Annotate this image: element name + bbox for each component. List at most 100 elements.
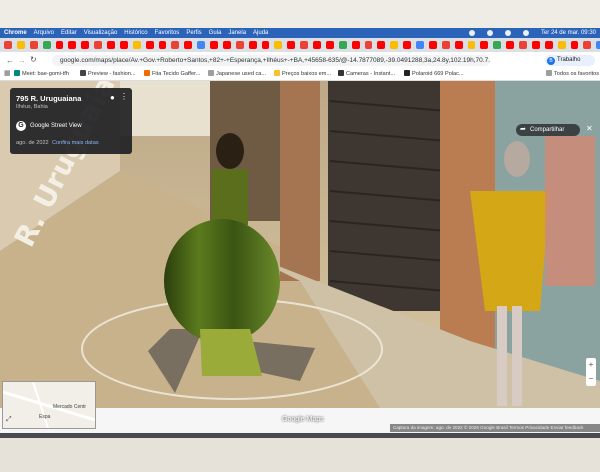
tab-favicon[interactable] bbox=[171, 41, 180, 49]
tab-favicon[interactable] bbox=[570, 41, 579, 49]
tab-favicon[interactable] bbox=[145, 41, 154, 49]
mannequin-head bbox=[504, 141, 530, 177]
tab-favicon[interactable] bbox=[519, 41, 527, 49]
tab-favicon[interactable] bbox=[325, 41, 334, 49]
tab-favicon[interactable] bbox=[107, 41, 115, 49]
tab-favicon[interactable] bbox=[467, 41, 476, 49]
reload-icon[interactable]: ↻ bbox=[30, 55, 37, 64]
tab-favicon[interactable] bbox=[531, 41, 540, 49]
zoom-out-icon[interactable]: − bbox=[586, 372, 596, 386]
shop-icon bbox=[144, 70, 150, 76]
wifi-icon[interactable] bbox=[504, 30, 511, 36]
bookmark-item-all[interactable]: Todos os favoritos bbox=[546, 68, 599, 80]
tab-favicon[interactable] bbox=[544, 41, 553, 49]
tab-favicon[interactable] bbox=[68, 41, 77, 49]
clock[interactable]: Ter 24 de mar. 09:30 bbox=[541, 28, 596, 38]
tab-favicon[interactable] bbox=[261, 41, 270, 49]
tab-favicon[interactable] bbox=[132, 41, 141, 49]
tab-favicon[interactable] bbox=[94, 41, 102, 49]
menu-arquivo[interactable]: Arquivo bbox=[34, 28, 54, 38]
menu-guia[interactable]: Guia bbox=[209, 28, 222, 38]
tab-favicon[interactable] bbox=[416, 41, 424, 49]
tab-favicon[interactable] bbox=[300, 41, 308, 49]
bookmark-item[interactable]: Meet: bae-gomi-tfh bbox=[14, 68, 69, 80]
tab-favicon[interactable] bbox=[29, 41, 38, 49]
tab-favicon[interactable] bbox=[506, 41, 514, 49]
tab-favicon[interactable] bbox=[454, 41, 463, 49]
tab-favicon[interactable] bbox=[210, 41, 218, 49]
tab-favicon[interactable] bbox=[377, 41, 386, 49]
tab-favicon[interactable] bbox=[119, 41, 128, 49]
tab-favicon[interactable] bbox=[4, 41, 12, 49]
tab-favicon[interactable] bbox=[158, 41, 167, 49]
bookmark-item[interactable]: Preview - fashion... bbox=[80, 68, 136, 80]
menu-favoritos[interactable]: Favoritos bbox=[155, 28, 180, 38]
meet-icon bbox=[14, 70, 20, 76]
bookmark-item[interactable]: Fita Tecido Gaffer... bbox=[144, 68, 200, 80]
tab-favicon[interactable] bbox=[364, 41, 373, 49]
tab-favicon[interactable] bbox=[274, 41, 283, 49]
menu-perfis[interactable]: Perfis bbox=[186, 28, 201, 38]
search-icon[interactable] bbox=[522, 30, 529, 36]
menu-editar[interactable]: Editar bbox=[61, 28, 77, 38]
tab-favicon[interactable] bbox=[16, 41, 25, 49]
tab-favicon[interactable] bbox=[428, 41, 437, 49]
mannequin-leg bbox=[497, 306, 507, 406]
tab-favicon[interactable] bbox=[248, 41, 257, 49]
share-button[interactable]: ➦ Compartilhar bbox=[516, 124, 580, 136]
zoom-in-icon[interactable]: + bbox=[586, 358, 596, 372]
tab-favicon[interactable] bbox=[42, 41, 51, 49]
tab-favicon[interactable] bbox=[81, 41, 90, 49]
tab-favicon[interactable] bbox=[55, 41, 64, 49]
menu-ajuda[interactable]: Ajuda bbox=[253, 28, 268, 38]
camera-icon bbox=[338, 70, 344, 76]
profile-button[interactable]: B Trabalho bbox=[545, 55, 595, 66]
place-title[interactable]: 795 R. Uruguaiana bbox=[16, 94, 81, 103]
tab-favicon[interactable] bbox=[403, 41, 411, 49]
menu-janela[interactable]: Janela bbox=[228, 28, 246, 38]
tab-favicon[interactable] bbox=[222, 41, 231, 49]
tab-favicon[interactable] bbox=[184, 41, 193, 49]
address-bar[interactable]: google.com/maps/place/Av.+Gov.+Roberto+S… bbox=[52, 55, 490, 66]
shop-icon bbox=[274, 70, 280, 76]
status-icon[interactable] bbox=[486, 30, 493, 36]
mannequin-leg bbox=[512, 306, 522, 406]
tab-favicon[interactable] bbox=[235, 41, 244, 49]
tab-favicon[interactable] bbox=[596, 41, 600, 49]
minimap[interactable]: Mercado Centr Espa ⤢ bbox=[2, 381, 96, 429]
bookmark-item[interactable]: Preços baixos em... bbox=[274, 68, 331, 80]
tab-favicon[interactable] bbox=[313, 41, 321, 49]
source-label: Google Street View bbox=[30, 123, 82, 129]
tab-favicon[interactable] bbox=[390, 41, 399, 49]
forward-icon[interactable]: → bbox=[18, 56, 26, 65]
location-pin-icon[interactable]: ● bbox=[110, 93, 115, 102]
tab-favicon[interactable] bbox=[493, 41, 502, 49]
site-icon bbox=[208, 70, 214, 76]
tab-favicon[interactable] bbox=[583, 41, 592, 49]
see-more-dates-link[interactable]: Confira mais datas bbox=[52, 140, 99, 146]
menu-app-chrome[interactable]: Chrome bbox=[4, 28, 27, 38]
apps-icon[interactable]: ▦ bbox=[4, 68, 11, 80]
folder-icon bbox=[80, 70, 86, 76]
tab-favicon[interactable] bbox=[441, 41, 450, 49]
bookmark-item[interactable]: Cameras - Instant... bbox=[338, 68, 395, 80]
tab-favicon[interactable] bbox=[197, 41, 205, 49]
close-icon[interactable]: ✕ bbox=[586, 124, 593, 133]
folder-icon bbox=[546, 70, 552, 76]
menu-visualizacao[interactable]: Visualização bbox=[84, 28, 118, 38]
tab-favicon[interactable] bbox=[338, 41, 347, 49]
tab-favicon[interactable] bbox=[351, 41, 360, 49]
tab-favicon[interactable] bbox=[480, 41, 489, 49]
back-icon[interactable]: ← bbox=[6, 56, 14, 65]
status-icon[interactable] bbox=[468, 30, 475, 36]
expand-icon[interactable]: ⤢ bbox=[6, 416, 12, 424]
minimap-label: Mercado Centr bbox=[53, 404, 87, 410]
more-options-icon[interactable]: ⋮ bbox=[120, 92, 128, 101]
bookmark-item[interactable]: Polaroid 669 Polac... bbox=[404, 68, 464, 80]
tab-favicon[interactable] bbox=[557, 41, 566, 49]
bookmark-item[interactable]: Japanese used ca... bbox=[208, 68, 266, 80]
menu-historico[interactable]: Histórico bbox=[124, 28, 147, 38]
tab-favicon[interactable] bbox=[287, 41, 296, 49]
street-view-logo-icon: G bbox=[16, 121, 26, 131]
map-footer: Captura da imagem: ago. de 2022 © 2026 G… bbox=[390, 424, 600, 432]
